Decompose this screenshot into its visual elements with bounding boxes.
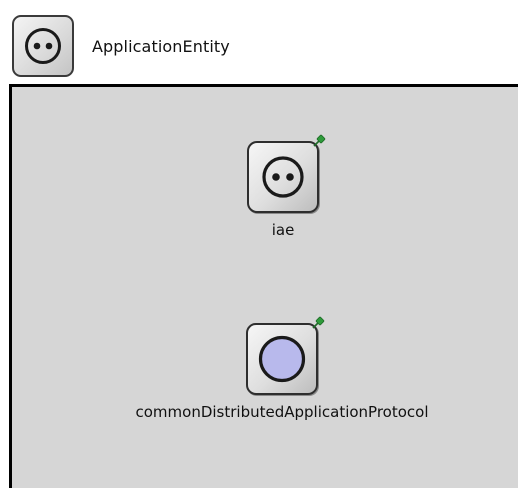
module-header: ApplicationEntity: [12, 15, 230, 77]
pushpin-icon: [312, 316, 325, 329]
submodule-cdap-icon-wrap[interactable]: [246, 316, 325, 395]
submodule-iae-icon[interactable]: [247, 141, 319, 213]
submodule-iae-label: iae: [271, 221, 295, 239]
submodule-iae[interactable]: iae: [228, 134, 338, 239]
submodule-iae-icon-wrap[interactable]: [247, 134, 326, 213]
module-canvas[interactable]: iae commonDistributedApplicationProtocol: [9, 84, 518, 488]
submodule-cdap-label: commonDistributedApplicationProtocol: [135, 403, 429, 421]
pushpin-icon: [313, 134, 326, 147]
network-editor: ApplicationEntity iae commonDistributedA…: [0, 0, 518, 488]
face-icon: [262, 156, 304, 198]
submodule-cdap-icon[interactable]: [246, 323, 318, 395]
module-title: ApplicationEntity: [92, 36, 230, 56]
module-type-icon[interactable]: [12, 15, 74, 77]
submodule-cdap[interactable]: commonDistributedApplicationProtocol: [60, 316, 504, 421]
circle-icon: [258, 335, 306, 383]
face-icon: [25, 28, 61, 64]
